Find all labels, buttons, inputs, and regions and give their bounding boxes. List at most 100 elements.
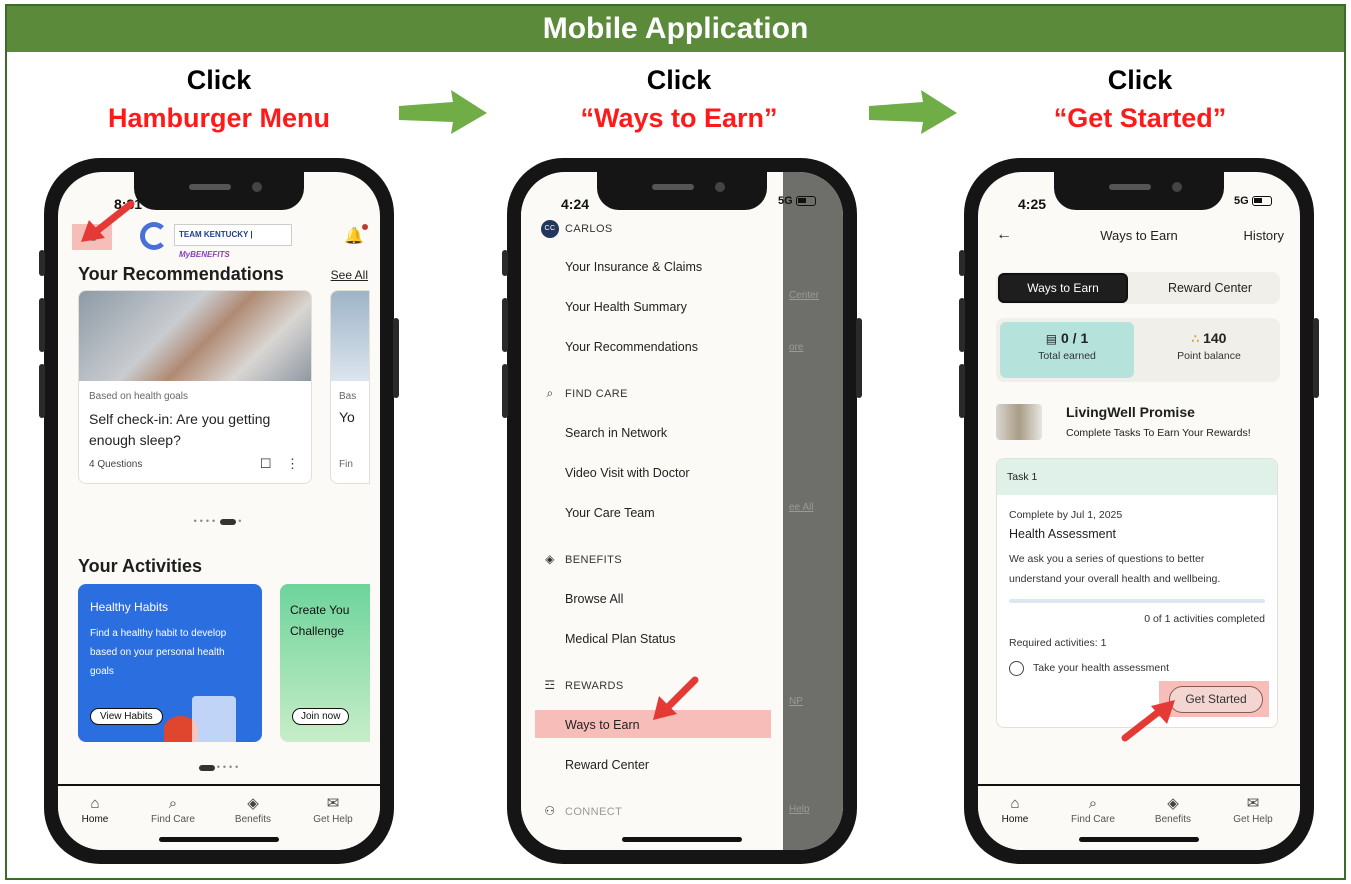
avatar: CC [541,220,559,238]
search-icon: ⌕ [1088,795,1098,812]
shield-icon: ◈ [1167,795,1179,812]
menu-item-health-summary[interactable]: Your Health Summary [565,300,687,314]
home-icon: ⌂ [1010,795,1020,812]
dimmed-background[interactable]: Center ore ee All NP Help [783,172,843,850]
status-network: 5G [1234,195,1272,207]
tab-benefits[interactable]: ◈ Benefits [1138,794,1208,825]
ghost-text: NP [789,696,803,707]
tab-home[interactable]: ⌂ Home [980,794,1050,825]
progress-text: 0 of 1 activities completed [1144,613,1265,625]
menu-item-browse-all[interactable]: Browse All [565,592,623,606]
get-started-button[interactable]: Get Started [1169,686,1263,713]
carousel-dots: •••• • [58,516,380,526]
total-earned-stat: ▤ 0 / 1 Total earned [1000,322,1134,378]
red-arrow-icon [653,676,699,720]
bell-icon[interactable]: 🔔 [344,226,364,246]
shield-icon: ◈ [545,552,555,566]
people-icon: ⚇ [544,804,556,818]
create-challenge-card[interactable]: Create You Challenge Join now [280,584,370,742]
chat-icon: ✉ [326,795,340,812]
activity-title: Healthy Habits [90,600,169,614]
bookmark-icon[interactable]: ☐ [260,456,272,471]
phone-side-menu: Center ore ee All NP Help 5G 4:24 CC CARL… [502,158,862,864]
point-balance-stat: ∴ 140 Point balance [1142,322,1276,378]
activity-desc: Find a healthy habit to develop based on… [90,628,227,677]
stat-label: Point balance [1177,350,1241,362]
tab-home[interactable]: ⌂ Home [60,794,130,825]
tab-find-care[interactable]: ⌕ Find Care [138,794,208,825]
menu-item-ways-to-earn[interactable]: Ways to Earn [565,718,640,732]
recommendations-title: Your Recommendations [78,264,284,284]
user-header: CC CARLOS [541,220,613,238]
activity-radio[interactable] [1009,661,1024,676]
see-all-link[interactable]: See All [331,268,368,282]
program-title: LivingWell Promise [1066,404,1195,420]
banner-title: Mobile Application [7,6,1344,52]
ghost-text: Center [789,290,820,301]
notification-dot [362,224,368,230]
card-tag: Based on health goals [89,391,188,402]
phone-home-screen: 8:31 ≡ TEAM KENTUCKY | MyBENEFITS 🔔 Your… [39,158,399,864]
step-1-target: Hamburger Menu [107,103,331,133]
menu-item-care-team[interactable]: Your Care Team [565,506,655,520]
green-arrow-icon [869,90,957,134]
tab-reward-center[interactable]: Reward Center [1140,273,1280,303]
recommendation-card[interactable]: Based on health goals Self check-in: Are… [78,290,312,484]
red-arrow-icon [1121,700,1175,742]
status-time: 4:24 [561,196,590,212]
tab-find-care[interactable]: ⌕ Find Care [1058,794,1128,825]
tab-label: Benefits [234,814,272,825]
tab-get-help[interactable]: ✉ Get Help [1218,794,1288,825]
battery-icon [795,196,816,207]
step-3-target: “Get Started” [1053,103,1227,133]
status-time: 4:25 [1018,196,1047,212]
points-icon: ∴ [1191,332,1200,346]
ghost-text: Help [789,804,810,815]
healthy-habits-card[interactable]: Healthy Habits Find a healthy habit to d… [78,584,262,742]
program-subtitle: Complete Tasks To Earn Your Rewards! [1066,427,1251,439]
tab-label: Find Care [1071,814,1115,825]
step-2-title: Click “Ways to Earn” [529,62,829,138]
required-activities: Required activities: 1 [1009,637,1107,649]
tab-label: Home [81,814,109,825]
peek-tag: Bas [339,391,357,402]
join-now-button[interactable]: Join now [292,708,350,725]
menu-item-reward-center[interactable]: Reward Center [565,758,649,772]
task-card: Task 1 Complete by Jul 1, 2025 Health As… [996,458,1278,728]
connect-header: ⚇ CONNECT [541,804,622,818]
menu-item-video-visit[interactable]: Video Visit with Doctor [565,466,690,480]
carousel-dot-active [198,764,215,771]
recommendation-card-peek[interactable]: Bas Yo Fin [330,290,370,484]
carousel-dots: •••• [58,762,380,772]
tab-ways-to-earn[interactable]: Ways to Earn [998,273,1128,303]
tab-benefits[interactable]: ◈ Benefits [218,794,288,825]
tab-label: Get Help [1233,814,1273,825]
view-habits-button[interactable]: View Habits [90,708,163,725]
tab-label: Get Help [313,814,353,825]
step-3-title: Click “Get Started” [990,62,1290,138]
stat-value: 0 / 1 [1060,330,1089,346]
tab-label: Find Care [151,814,195,825]
ghost-text: ore [789,342,804,353]
peek-meta: Fin [339,459,353,470]
team-kentucky-logo: TEAM KENTUCKY | MyBENEFITS [174,224,292,259]
search-icon: ⌕ [546,386,554,400]
tab-get-help[interactable]: ✉ Get Help [298,794,368,825]
gift-icon: ☲ [544,678,556,692]
carousel-dots-rest: •••• [216,762,242,772]
carousel-dot-active [220,518,237,525]
carousel-dots-before: •••• [193,516,219,526]
menu-item-recommendations[interactable]: Your Recommendations [565,340,698,354]
more-icon[interactable]: ⋮ [286,456,299,471]
card-title: Self check-in: Are you getting enough sl… [89,411,271,448]
water-glass-image [192,696,236,742]
activity-title: Create You Challenge [290,603,350,638]
sleep-photo [79,291,311,381]
logo-benefits-text: MyBENEFITS [179,250,230,259]
logo-team-text: TEAM KENTUCKY [179,230,249,239]
history-link[interactable]: History [1244,228,1284,243]
rewards-header: ☲ REWARDS [541,678,624,692]
menu-item-search-network[interactable]: Search in Network [565,426,667,440]
menu-item-insurance-claims[interactable]: Your Insurance & Claims [565,260,702,274]
menu-item-medical-plan-status[interactable]: Medical Plan Status [565,632,675,646]
